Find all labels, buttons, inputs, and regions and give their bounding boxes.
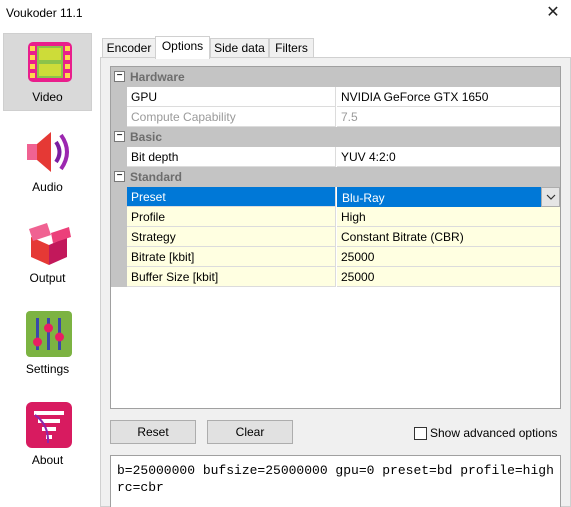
property-name: Compute Capability [127,107,336,127]
tab-encoder[interactable]: Encoder [102,38,156,58]
window-title: Voukoder 11.1 [6,6,83,20]
property-value[interactable]: 25000 [337,247,560,267]
sidebar-item-label: Output [29,271,66,285]
chevron-down-icon [546,194,556,200]
row-gutter [111,227,127,247]
property-name: Preset [127,187,336,207]
title-bar: Voukoder 11.1 ✕ [0,0,571,28]
category-hardware[interactable]: − Hardware [111,67,560,87]
checkbox-label: Show advanced options [430,426,558,440]
sidebar-item-label: Settings [25,362,70,376]
sidebar-item-label: Video [32,90,63,104]
row-gutter [111,107,127,127]
sidebar-item-settings[interactable]: Settings [3,306,92,384]
property-row-strategy[interactable]: Strategy Constant Bitrate (CBR) [111,227,560,247]
preset-dropdown[interactable]: Blu-Ray [337,187,560,207]
property-grid: − Hardware GPU NVIDIA GeForce GTX 1650 C… [110,66,561,409]
box-icon [29,223,71,265]
tab-options[interactable]: Options [155,36,210,59]
command-line-output: b=25000000 bufsize=25000000 gpu=0 preset… [110,455,561,507]
property-value[interactable]: Constant Bitrate (CBR) [337,227,560,247]
property-name: Strategy [127,227,336,247]
speaker-icon [27,132,69,172]
film-icon [28,42,72,82]
property-name: Profile [127,207,336,227]
tab-side-data[interactable]: Side data [210,38,269,58]
property-value[interactable]: High [337,207,560,227]
property-row-preset[interactable]: Preset Blu-Ray [111,187,560,207]
dropdown-button[interactable] [541,187,560,207]
row-gutter [111,147,127,167]
property-value: 7.5 [337,107,560,127]
sidebar-item-label: About [31,453,64,467]
main-panel: Encoder Options Side data Filters − Hard… [100,36,571,507]
property-value[interactable]: NVIDIA GeForce GTX 1650 [337,87,560,107]
row-gutter [111,207,127,227]
collapse-icon[interactable]: − [114,171,125,182]
property-name: Bit depth [127,147,336,167]
tornado-icon [26,402,72,448]
property-value[interactable]: 25000 [337,267,560,287]
sidebar-item-audio[interactable]: Audio [3,124,92,202]
options-panel: − Hardware GPU NVIDIA GeForce GTX 1650 C… [100,57,571,507]
property-name: Bitrate [kbit] [127,247,336,267]
category-basic[interactable]: − Basic [111,127,560,147]
property-row-profile[interactable]: Profile High [111,207,560,227]
close-icon[interactable]: ✕ [541,2,565,26]
sidebar: Video Audio Output Settings About [0,33,96,507]
property-value[interactable]: YUV 4:2:0 [337,147,560,167]
row-gutter [111,267,127,287]
sidebar-item-about[interactable]: About [3,397,92,475]
collapse-icon[interactable]: − [114,71,125,82]
preset-selected-value[interactable]: Blu-Ray [337,187,541,207]
property-row-bit-depth[interactable]: Bit depth YUV 4:2:0 [111,147,560,167]
category-label: Standard [130,170,183,184]
row-gutter [111,247,127,267]
property-name: GPU [127,87,336,107]
sidebar-item-video[interactable]: Video [3,33,92,111]
checkbox-box[interactable] [414,427,427,440]
row-gutter [111,87,127,107]
sidebar-item-label: Audio [32,180,63,194]
collapse-icon[interactable]: − [114,131,125,142]
sliders-icon [26,311,72,357]
tab-filters[interactable]: Filters [269,38,314,58]
property-row-compute-capability: Compute Capability 7.5 [111,107,560,127]
sidebar-item-output[interactable]: Output [3,215,92,293]
row-gutter [111,187,127,207]
property-row-bitrate[interactable]: Bitrate [kbit] 25000 [111,247,560,267]
reset-button[interactable]: Reset [110,420,196,444]
category-label: Basic [130,130,163,144]
property-row-buffer-size[interactable]: Buffer Size [kbit] 25000 [111,267,560,287]
property-row-gpu[interactable]: GPU NVIDIA GeForce GTX 1650 [111,87,560,107]
property-name: Buffer Size [kbit] [127,267,336,287]
clear-button[interactable]: Clear [207,420,293,444]
category-label: Hardware [130,70,185,84]
category-standard[interactable]: − Standard [111,167,560,187]
